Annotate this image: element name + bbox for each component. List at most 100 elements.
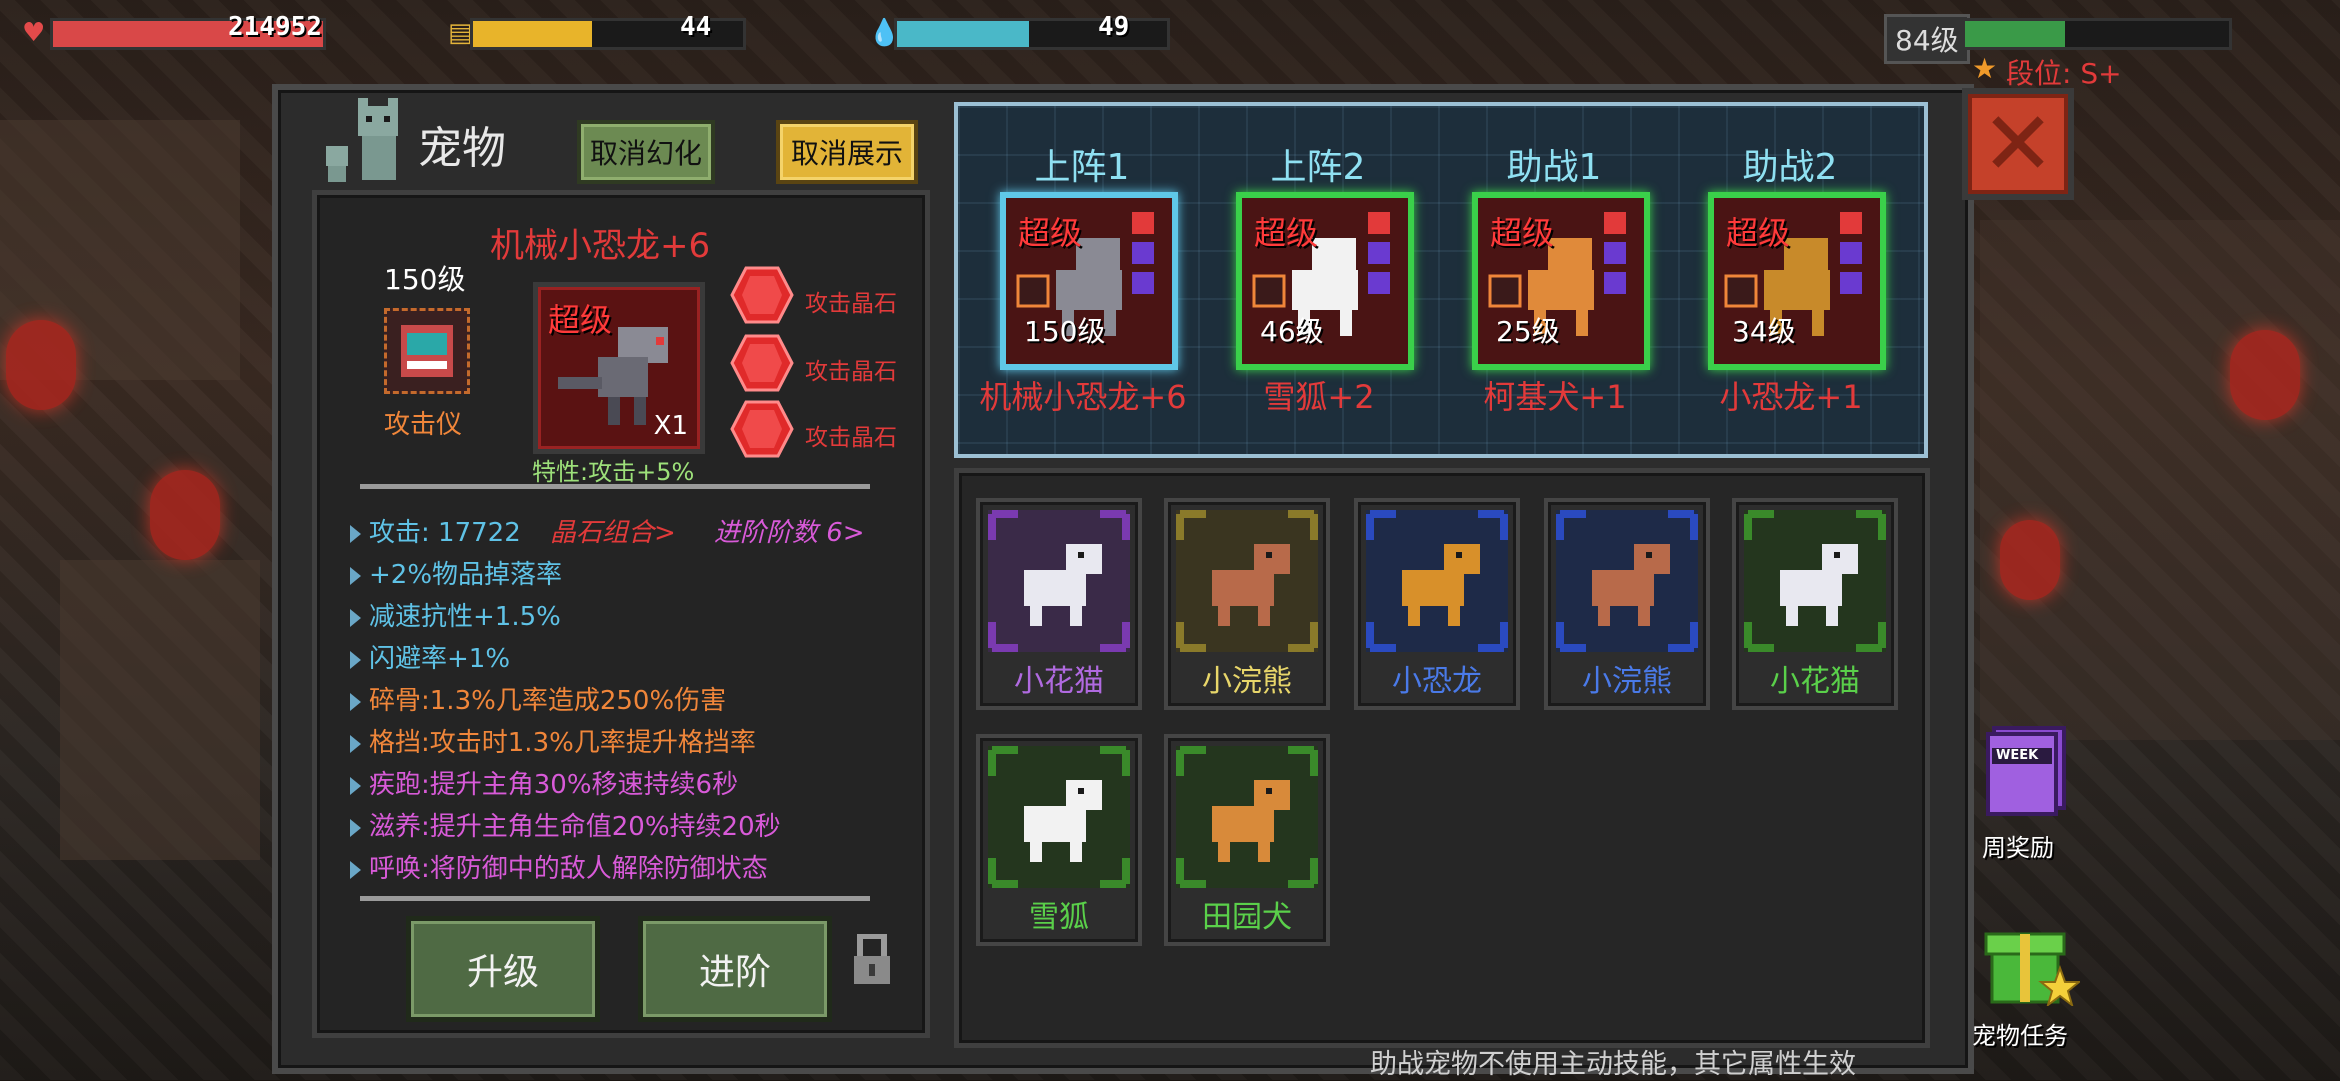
bullet-arrow-icon bbox=[350, 650, 361, 669]
pet-header-icon bbox=[318, 98, 414, 184]
stat-line: 滋养:提升主角生命值20%持续20秒 bbox=[350, 806, 781, 843]
stat-text: 碎骨:1.3%几率造成250%伤害 bbox=[369, 686, 727, 716]
divider bbox=[360, 484, 870, 489]
stat-line: 格挡:攻击时1.3%几率提升格挡率 bbox=[350, 722, 756, 759]
bullet-arrow-icon bbox=[350, 524, 361, 543]
pet-task-button[interactable] bbox=[1980, 910, 2082, 1008]
attack-gem-icon[interactable] bbox=[730, 266, 794, 324]
inventory-pet-card[interactable]: 小花猫 bbox=[976, 498, 1142, 710]
divider bbox=[360, 896, 870, 901]
slot-level: 25级 bbox=[1496, 315, 1560, 348]
assist-note: 助战宠物不使用主动技能，其它属性生效 bbox=[1370, 1049, 1856, 1080]
inventory-pet-card[interactable]: 田园犬 bbox=[1164, 734, 1330, 946]
pet-portrait[interactable]: 超级 X1 bbox=[533, 282, 705, 454]
week-book-icon bbox=[1986, 726, 2066, 816]
mana-bar-fill bbox=[897, 21, 1030, 47]
pet-sprite bbox=[1366, 510, 1508, 652]
slot-level: 46级 bbox=[1260, 315, 1324, 348]
slot-header: 助战2 bbox=[1742, 147, 1838, 188]
bullet-arrow-icon bbox=[350, 608, 361, 627]
cancel-transform-button[interactable]: 取消幻化 bbox=[577, 120, 715, 184]
quality-label: 超级 bbox=[1018, 214, 1083, 252]
pet-sprite bbox=[988, 510, 1130, 652]
heart-icon: ♥ bbox=[22, 18, 46, 48]
slot-pet-name: 小恐龙+1 bbox=[1719, 378, 1863, 416]
advance-level-link[interactable]: 进阶阶数 6> bbox=[714, 512, 865, 549]
upgrade-button[interactable]: 升级 bbox=[406, 916, 600, 1022]
energy-value: 44 bbox=[680, 12, 712, 42]
bullet-arrow-icon bbox=[350, 860, 361, 879]
quality-label: 超级 bbox=[1490, 214, 1555, 252]
inventory-pet-card[interactable]: 小花猫 bbox=[1732, 498, 1898, 710]
lock-icon[interactable] bbox=[852, 933, 892, 986]
gem-label: 攻击晶石 bbox=[805, 425, 897, 451]
pet-sprite bbox=[988, 746, 1130, 888]
active-pet-slot[interactable]: 超级 34级 bbox=[1708, 192, 1886, 370]
attack-device-slot[interactable] bbox=[384, 308, 470, 394]
slot-header: 上阵2 bbox=[1270, 147, 1366, 188]
pet-name: 机械小恐龙+6 bbox=[490, 226, 711, 266]
pet-card-name: 小浣熊 bbox=[1202, 664, 1292, 699]
stat-line: 碎骨:1.3%几率造成250%伤害 bbox=[350, 680, 726, 717]
stat-line: 疾跑:提升主角30%移速持续6秒 bbox=[350, 764, 738, 801]
battery-icon: ▤ bbox=[448, 18, 473, 48]
inventory-pet-card[interactable]: 小浣熊 bbox=[1164, 498, 1330, 710]
pet-trait: 特性:攻击+5% bbox=[532, 458, 695, 486]
attack-gem-icon[interactable] bbox=[730, 334, 794, 392]
stat-line: 攻击: 17722 bbox=[350, 512, 521, 549]
attack-gem-icon[interactable] bbox=[730, 400, 794, 458]
slot-pet-name: 机械小恐龙+6 bbox=[979, 378, 1187, 416]
attack-device-label: 攻击仪 bbox=[384, 410, 463, 440]
inventory-pet-card[interactable]: 雪狐 bbox=[976, 734, 1142, 946]
pet-level: 150级 bbox=[384, 263, 466, 296]
weekly-reward-label: 周奖励 bbox=[1982, 834, 2054, 862]
cancel-display-button[interactable]: 取消展示 bbox=[776, 120, 918, 184]
gem-combo-link[interactable]: 晶石组合> bbox=[550, 512, 676, 549]
slot-level: 150级 bbox=[1024, 315, 1106, 348]
quality-label: 超级 bbox=[1254, 214, 1319, 252]
active-pet-slot[interactable]: 超级 46级 bbox=[1236, 192, 1414, 370]
stat-line: 减速抗性+1.5% bbox=[350, 596, 561, 633]
pet-sprite bbox=[1556, 510, 1698, 652]
stat-text: 减速抗性+1.5% bbox=[369, 602, 561, 632]
close-button[interactable]: ✕ bbox=[1962, 88, 2074, 200]
gem-label: 攻击晶石 bbox=[805, 291, 897, 317]
quality-label: 超级 bbox=[1726, 214, 1791, 252]
pet-sprite bbox=[1176, 746, 1318, 888]
stat-text: 闪避率+1% bbox=[369, 644, 511, 674]
stat-text: 攻击: 17722 bbox=[369, 518, 521, 548]
week-badge: WEEK bbox=[1996, 748, 2039, 763]
bullet-arrow-icon bbox=[350, 818, 361, 837]
stat-text: 呼唤:将防御中的敌人解除防御状态 bbox=[369, 854, 768, 884]
pet-task-label: 宠物任务 bbox=[1972, 1022, 2068, 1050]
stat-text: 滋养:提升主角生命值20%持续20秒 bbox=[369, 812, 781, 842]
pet-card-name: 小浣熊 bbox=[1582, 664, 1672, 699]
pet-card-name: 雪狐 bbox=[1029, 900, 1089, 935]
inventory-pet-card[interactable]: 小浣熊 bbox=[1544, 498, 1710, 710]
slot-level: 34级 bbox=[1732, 315, 1796, 348]
stat-text: 格挡:攻击时1.3%几率提升格挡率 bbox=[369, 728, 756, 758]
bullet-arrow-icon bbox=[350, 692, 361, 711]
pet-sprite bbox=[1176, 510, 1318, 652]
stat-line: 闪避率+1% bbox=[350, 638, 510, 675]
pet-card-name: 小花猫 bbox=[1014, 664, 1104, 699]
slot-pet-name: 柯基犬+1 bbox=[1483, 378, 1627, 416]
gift-icon bbox=[1984, 932, 2082, 1008]
stat-text: +2%物品掉落率 bbox=[369, 560, 563, 590]
panel-title: 宠物 bbox=[418, 123, 506, 174]
active-pet-slot[interactable]: 超级 150级 bbox=[1000, 192, 1178, 370]
gem-label: 攻击晶石 bbox=[805, 359, 897, 385]
rank-text: 段位: S+ bbox=[2006, 57, 2122, 90]
slot-header: 助战1 bbox=[1506, 147, 1602, 188]
active-pet-slot[interactable]: 超级 25级 bbox=[1472, 192, 1650, 370]
attack-device-icon bbox=[401, 325, 453, 377]
stat-line: 呼唤:将防御中的敌人解除防御状态 bbox=[350, 848, 768, 885]
inventory-pet-card[interactable]: 小恐龙 bbox=[1354, 498, 1520, 710]
mana-value: 49 bbox=[1098, 12, 1130, 42]
star-icon: ★ bbox=[1972, 52, 1998, 85]
pet-count: X1 bbox=[653, 411, 688, 441]
weekly-reward-button[interactable]: WEEK bbox=[1982, 724, 2070, 820]
hp-value: 214952 bbox=[228, 12, 322, 42]
advance-button[interactable]: 进阶 bbox=[638, 916, 832, 1022]
xp-bar-fill bbox=[1965, 21, 2066, 47]
